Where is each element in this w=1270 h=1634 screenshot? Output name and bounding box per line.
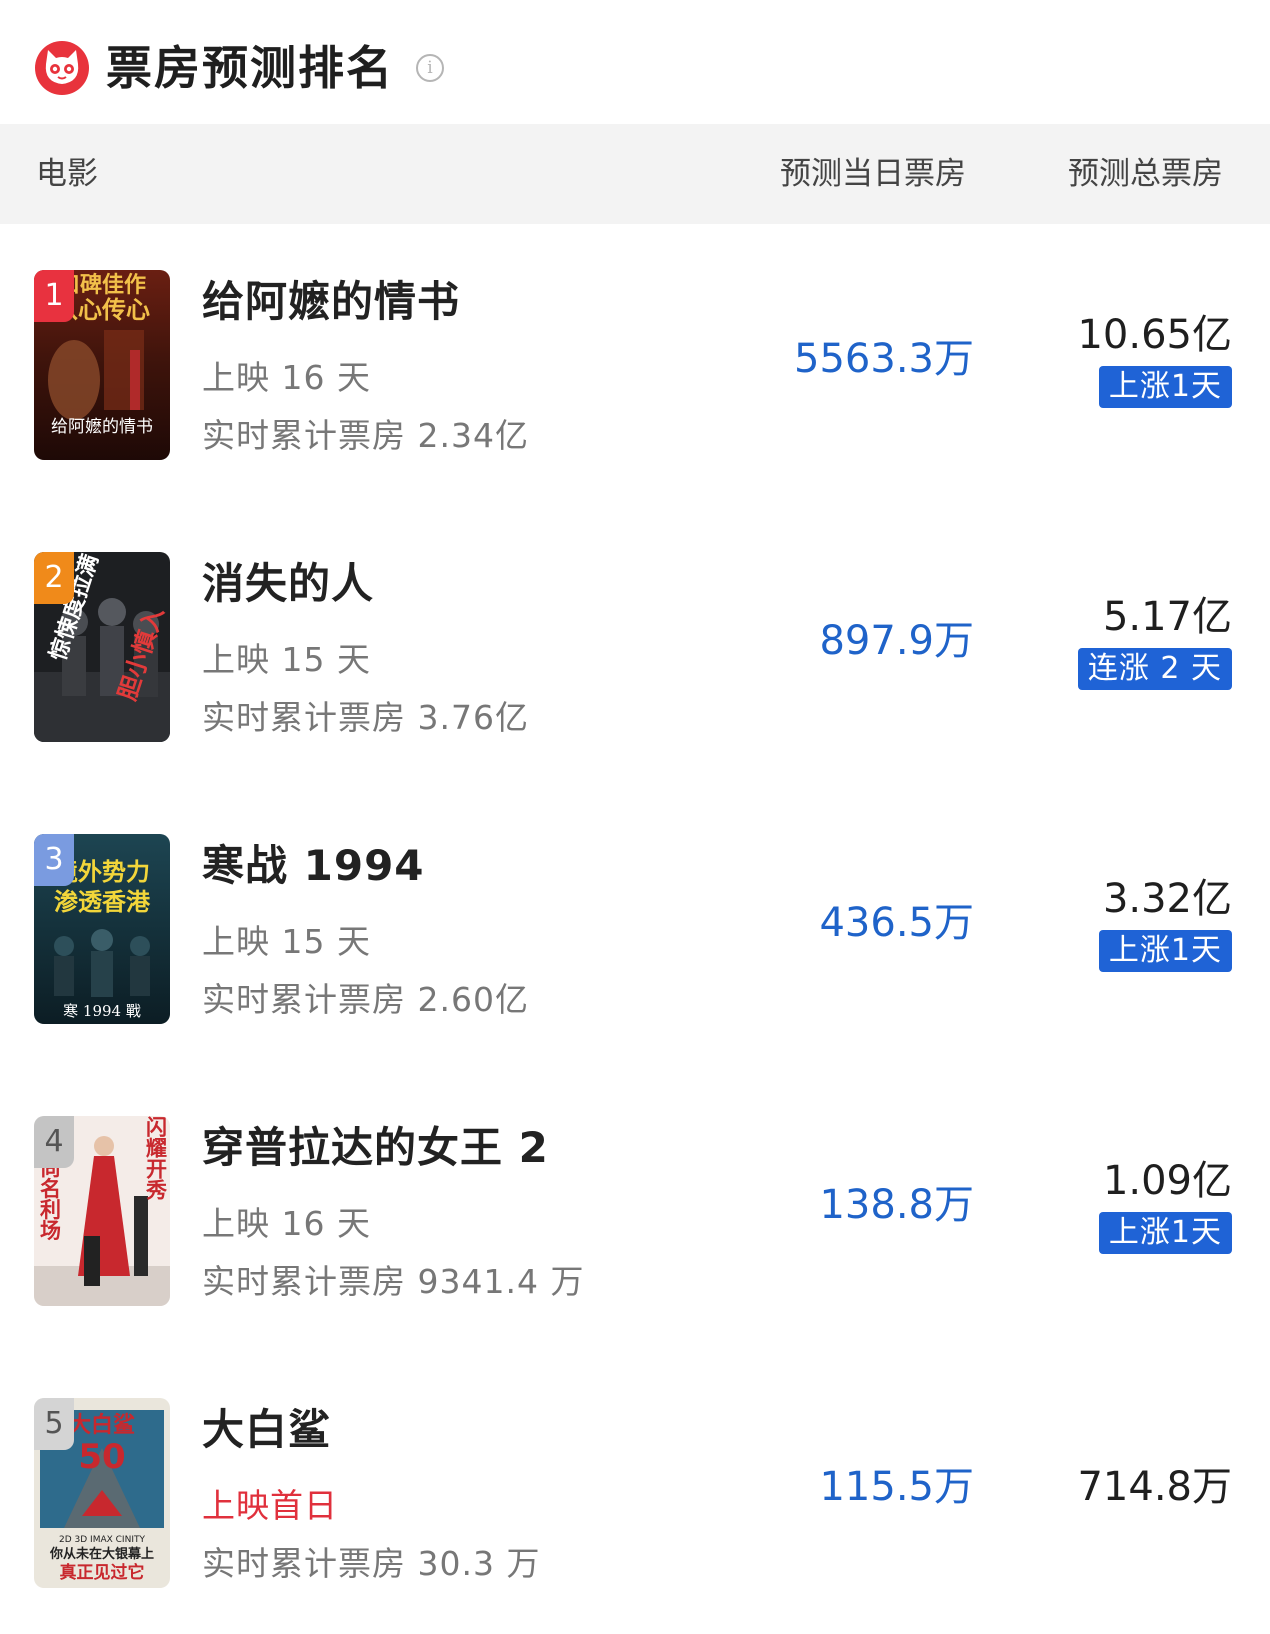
rank-badge: 1 <box>34 270 74 322</box>
poster-text: 50 <box>78 1437 125 1477</box>
movie-name[interactable]: 寒战 1994 <box>202 840 425 892</box>
poster-title: 寒 1994 戰 <box>63 1002 141 1020</box>
poster-text: 渗透香港 <box>54 887 151 916</box>
movie-row[interactable]: 境外势力 渗透香港 寒 1994 戰 3 寒战 1994 上映 15 天 实时累… <box>0 788 1270 1070</box>
poster-text: 闪耀开秀 <box>144 1116 169 1201</box>
info-icon[interactable]: i <box>416 54 444 82</box>
column-movie: 电影 <box>36 156 98 192</box>
predicted-total-box: 10.65亿 <box>1077 312 1232 358</box>
poster-text: 2D 3D IMAX CINITY <box>59 1535 145 1545</box>
column-day-box[interactable]: 预测当日票房 <box>780 154 966 194</box>
release-days: 上映首日 <box>202 1486 338 1525</box>
predicted-day-box: 138.8万 <box>819 1182 974 1228</box>
predicted-total-box: 3.32亿 <box>1102 876 1232 922</box>
predicted-total-box: 5.17亿 <box>1102 594 1232 640</box>
predicted-total-box: 1.09亿 <box>1102 1158 1232 1204</box>
movie-row[interactable]: 口碑佳作 从心传心 给阿嬷的情书 1 给阿嬷的情书 上映 16 天 实时累计票房… <box>0 224 1270 506</box>
rank-badge: 4 <box>34 1116 74 1168</box>
movie-name[interactable]: 穿普拉达的女王 2 <box>202 1122 549 1174</box>
release-days: 上映 16 天 <box>202 358 371 397</box>
cumulative-box: 实时累计票房 9341.4 万 <box>202 1262 585 1301</box>
trend-badge: 上涨1天 <box>1098 930 1232 972</box>
predicted-day-box: 5563.3万 <box>794 336 974 382</box>
column-header: 电影 预测当日票房 预测总票房 <box>0 124 1270 224</box>
movie-name[interactable]: 大白鲨 <box>202 1404 331 1456</box>
predicted-day-box: 115.5万 <box>819 1464 974 1510</box>
poster-title: 给阿嬷的情书 <box>51 417 153 437</box>
movie-row[interactable]: 惊悚度拉满 胆小慎入 2 消失的人 上映 15 天 实时累计票房 3.76亿 8… <box>0 506 1270 788</box>
movie-row[interactable]: 大白鲨 50 2D 3D IMAX CINITY 你从未在大银幕上 真正见过它 … <box>0 1352 1270 1634</box>
column-total-box[interactable]: 预测总票房 <box>1068 154 1223 194</box>
poster-text: 大白鲨 <box>69 1412 135 1438</box>
cumulative-box: 实时累计票房 3.76亿 <box>202 698 529 737</box>
trend-badge: 上涨1天 <box>1098 366 1232 408</box>
header: 票房预测排名 i <box>0 0 1270 124</box>
cumulative-box: 实时累计票房 2.60亿 <box>202 980 529 1019</box>
rank-badge: 2 <box>34 552 74 604</box>
movie-row[interactable]: 时尚名利场 闪耀开秀 4 穿普拉达的女王 2 上映 16 天 实时累计票房 93… <box>0 1070 1270 1352</box>
trend-badge: 上涨1天 <box>1098 1212 1232 1254</box>
cumulative-box: 实时累计票房 30.3 万 <box>202 1544 541 1583</box>
rank-badge: 3 <box>34 834 74 886</box>
poster-text: 你从未在大银幕上 <box>49 1546 154 1562</box>
release-days: 上映 16 天 <box>202 1204 371 1243</box>
cat-logo-icon <box>35 41 89 95</box>
release-days: 上映 15 天 <box>202 640 371 679</box>
release-days: 上映 15 天 <box>202 922 371 961</box>
movie-name[interactable]: 消失的人 <box>202 558 374 610</box>
movie-name[interactable]: 给阿嬷的情书 <box>202 276 460 328</box>
predicted-day-box: 897.9万 <box>819 618 974 664</box>
cumulative-box: 实时累计票房 2.34亿 <box>202 416 529 455</box>
page-title: 票房预测排名 <box>106 41 394 95</box>
predicted-day-box: 436.5万 <box>819 900 974 946</box>
predicted-total-box: 714.8万 <box>1077 1464 1232 1510</box>
rank-badge: 5 <box>34 1398 74 1450</box>
trend-badge: 连涨 2 天 <box>1077 648 1232 690</box>
poster-text: 真正见过它 <box>60 1562 145 1583</box>
